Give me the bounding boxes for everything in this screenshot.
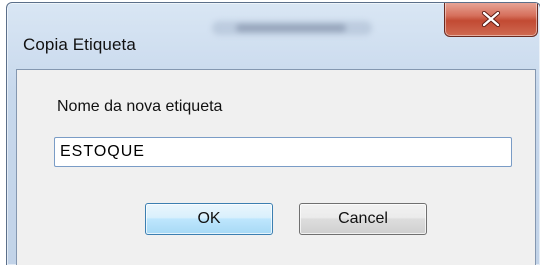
new-label-name-label: Nome da nova etiqueta	[57, 98, 223, 115]
close-button[interactable]	[444, 3, 538, 37]
cancel-button[interactable]: Cancel	[299, 203, 427, 235]
dialog-window: Copia Etiqueta Nome da nova etiqueta OK …	[6, 2, 540, 265]
blurred-background-text	[236, 24, 346, 32]
ok-button[interactable]: OK	[145, 203, 273, 235]
new-label-name-input[interactable]	[54, 137, 512, 167]
dialog-body: Nome da nova etiqueta OK Cancel	[16, 69, 536, 265]
window-title: Copia Etiqueta	[23, 35, 136, 54]
screenshot-page: Copia Etiqueta Nome da nova etiqueta OK …	[0, 0, 540, 269]
close-icon	[481, 11, 501, 27]
background-window-blur	[212, 21, 372, 35]
